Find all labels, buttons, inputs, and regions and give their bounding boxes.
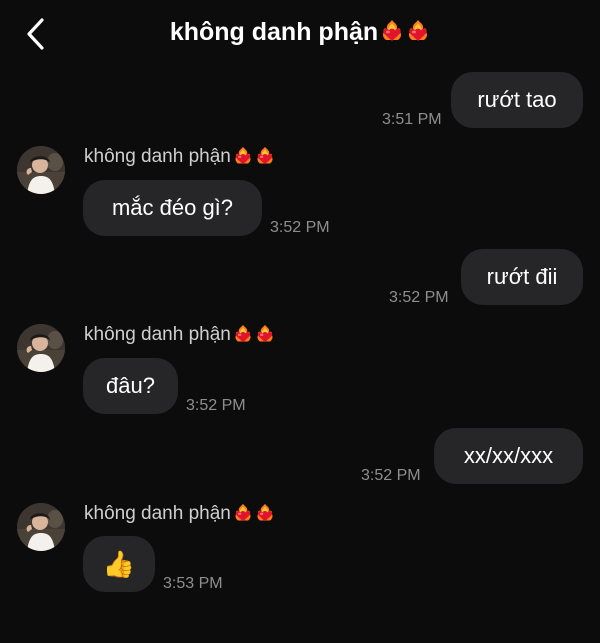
chat-title-text: không danh phận — [169, 18, 379, 46]
heart-on-fire-icon — [233, 503, 253, 523]
message-bubble-incoming[interactable]: đâu? — [83, 358, 178, 414]
message-bubble-incoming[interactable]: mắc đéo gì? — [83, 180, 262, 236]
heart-on-fire-icon — [406, 19, 430, 43]
message-timestamp: 3:52 PM — [389, 289, 449, 306]
avatar-image — [17, 503, 65, 551]
avatar-image — [17, 146, 65, 194]
heart-on-fire-icon — [255, 503, 275, 523]
chat-header: không danh phận — [0, 0, 600, 72]
heart-on-fire-icon — [233, 146, 253, 166]
heart-on-fire-icon — [255, 324, 275, 344]
message-timestamp: 3:53 PM — [163, 575, 223, 592]
message-bubble-outgoing[interactable]: rướt tao — [451, 72, 583, 128]
sender-name-text: không danh phận — [84, 324, 231, 345]
heart-on-fire-icon — [233, 324, 253, 344]
message-timestamp: 3:52 PM — [270, 219, 330, 236]
message-bubble-outgoing[interactable]: xx/xx/xxx — [434, 428, 583, 484]
heart-on-fire-icon — [380, 19, 404, 43]
sender-name-text: không danh phận — [84, 503, 231, 524]
message-bubble-outgoing[interactable]: rướt đii — [461, 249, 583, 305]
sender-avatar[interactable] — [17, 503, 65, 551]
sender-name-text: không danh phận — [84, 146, 231, 167]
sender-avatar[interactable] — [17, 324, 65, 372]
chat-title[interactable]: không danh phận — [0, 18, 600, 47]
avatar-image — [17, 324, 65, 372]
message-timestamp: 3:52 PM — [186, 397, 246, 414]
sender-name: không danh phận — [84, 324, 275, 346]
sender-name: không danh phận — [84, 503, 275, 525]
message-timestamp: 3:52 PM — [361, 467, 421, 484]
message-timestamp: 3:51 PM — [382, 111, 442, 128]
message-bubble-incoming[interactable]: 👍 — [83, 536, 155, 592]
sender-avatar[interactable] — [17, 146, 65, 194]
heart-on-fire-icon — [255, 146, 275, 166]
sender-name: không danh phận — [84, 146, 275, 168]
